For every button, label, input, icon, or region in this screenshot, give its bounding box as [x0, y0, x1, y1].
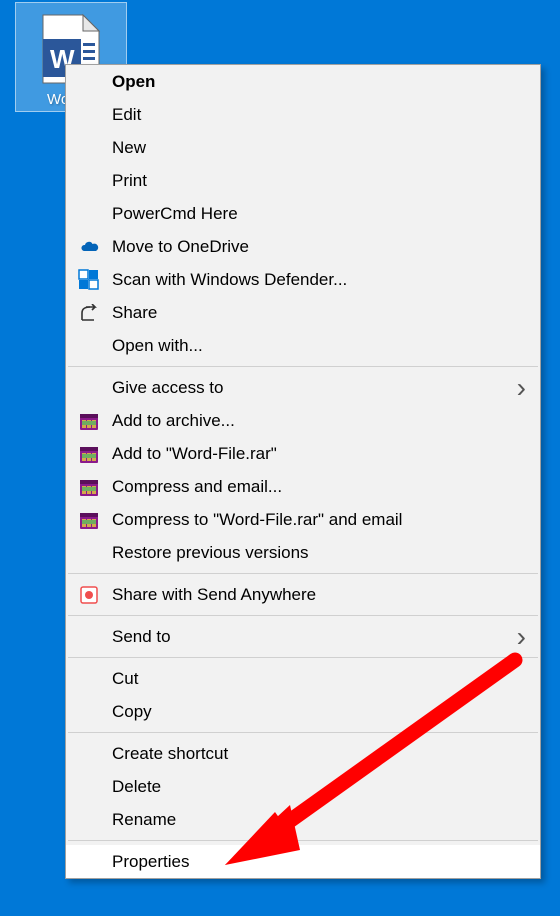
menu-item-rename[interactable]: Rename — [66, 803, 540, 836]
menu-item-sendto[interactable]: Send to › — [66, 620, 540, 653]
menu-item-sendanywhere[interactable]: Share with Send Anywhere — [66, 578, 540, 611]
share-icon — [76, 304, 102, 322]
menu-item-delete[interactable]: Delete — [66, 770, 540, 803]
menu-item-label: Rename — [112, 810, 176, 830]
menu-item-label: Compress and email... — [112, 477, 282, 497]
menu-item-powercmd[interactable]: PowerCmd Here — [66, 197, 540, 230]
menu-item-giveaccess[interactable]: Give access to › — [66, 371, 540, 404]
menu-item-share[interactable]: Share — [66, 296, 540, 329]
menu-item-addrar[interactable]: Add to "Word-File.rar" — [66, 437, 540, 470]
menu-separator — [68, 615, 538, 616]
winrar-icon — [76, 510, 102, 530]
defender-icon — [76, 269, 102, 291]
menu-item-label: Open with... — [112, 336, 203, 356]
menu-item-label: Scan with Windows Defender... — [112, 270, 347, 290]
menu-separator — [68, 366, 538, 367]
menu-item-openwith[interactable]: Open with... — [66, 329, 540, 362]
menu-separator — [68, 840, 538, 841]
menu-item-label: PowerCmd Here — [112, 204, 238, 224]
winrar-icon — [76, 411, 102, 431]
menu-item-label: Move to OneDrive — [112, 237, 249, 257]
menu-item-label: Give access to — [112, 378, 224, 398]
onedrive-icon — [76, 240, 102, 254]
menu-item-createshortcut[interactable]: Create shortcut — [66, 737, 540, 770]
menu-item-label: Create shortcut — [112, 744, 228, 764]
menu-item-label: Share — [112, 303, 157, 323]
winrar-icon — [76, 477, 102, 497]
menu-item-label: Restore previous versions — [112, 543, 309, 563]
chevron-right-icon: › — [517, 372, 526, 404]
menu-item-restoreprev[interactable]: Restore previous versions — [66, 536, 540, 569]
menu-item-label: Send to — [112, 627, 171, 647]
menu-item-cut[interactable]: Cut — [66, 662, 540, 695]
menu-item-label: Share with Send Anywhere — [112, 585, 316, 605]
menu-item-label: Copy — [112, 702, 152, 722]
menu-item-compressemail[interactable]: Compress and email... — [66, 470, 540, 503]
menu-item-onedrive[interactable]: Move to OneDrive — [66, 230, 540, 263]
menu-item-new[interactable]: New — [66, 131, 540, 164]
menu-item-label: Compress to "Word-File.rar" and email — [112, 510, 402, 530]
chevron-right-icon: › — [517, 621, 526, 653]
menu-item-edit[interactable]: Edit — [66, 98, 540, 131]
menu-item-label: Delete — [112, 777, 161, 797]
menu-item-copy[interactable]: Copy — [66, 695, 540, 728]
menu-item-label: Open — [112, 72, 155, 92]
context-menu: Open Edit New Print PowerCmd Here Move to One… — [65, 64, 541, 879]
menu-item-addarchive[interactable]: Add to archive... — [66, 404, 540, 437]
menu-item-label: Add to "Word-File.rar" — [112, 444, 277, 464]
menu-item-print[interactable]: Print — [66, 164, 540, 197]
winrar-icon — [76, 444, 102, 464]
menu-separator — [68, 732, 538, 733]
menu-item-label: Properties — [112, 852, 189, 872]
menu-item-label: Edit — [112, 105, 141, 125]
menu-item-compressraremail[interactable]: Compress to "Word-File.rar" and email — [66, 503, 540, 536]
menu-item-label: New — [112, 138, 146, 158]
menu-separator — [68, 573, 538, 574]
menu-item-properties[interactable]: Properties — [66, 845, 540, 878]
menu-item-label: Print — [112, 171, 147, 191]
menu-item-label: Add to archive... — [112, 411, 235, 431]
menu-item-defender[interactable]: Scan with Windows Defender... — [66, 263, 540, 296]
menu-item-label: Cut — [112, 669, 138, 689]
sendanywhere-icon — [76, 586, 102, 604]
menu-separator — [68, 657, 538, 658]
menu-item-open[interactable]: Open — [66, 65, 540, 98]
